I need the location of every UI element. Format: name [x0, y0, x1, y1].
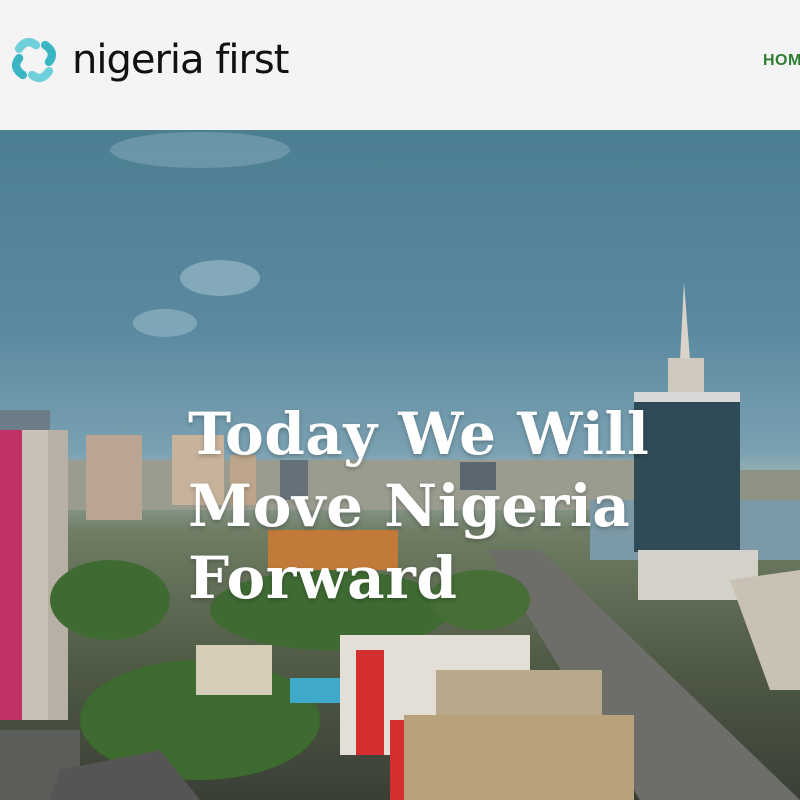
logo-icon — [11, 37, 57, 83]
site-header: nigeria first HOM — [0, 0, 800, 131]
nav-item-home[interactable]: HOM — [763, 52, 800, 70]
hero-headline: Today We Will Move Nigeria Forward — [188, 400, 650, 612]
logo-wordmark: nigeria first — [72, 37, 289, 83]
site-logo[interactable]: nigeria first — [6, 30, 289, 90]
hero-banner: Today We Will Move Nigeria Forward — [0, 130, 800, 800]
